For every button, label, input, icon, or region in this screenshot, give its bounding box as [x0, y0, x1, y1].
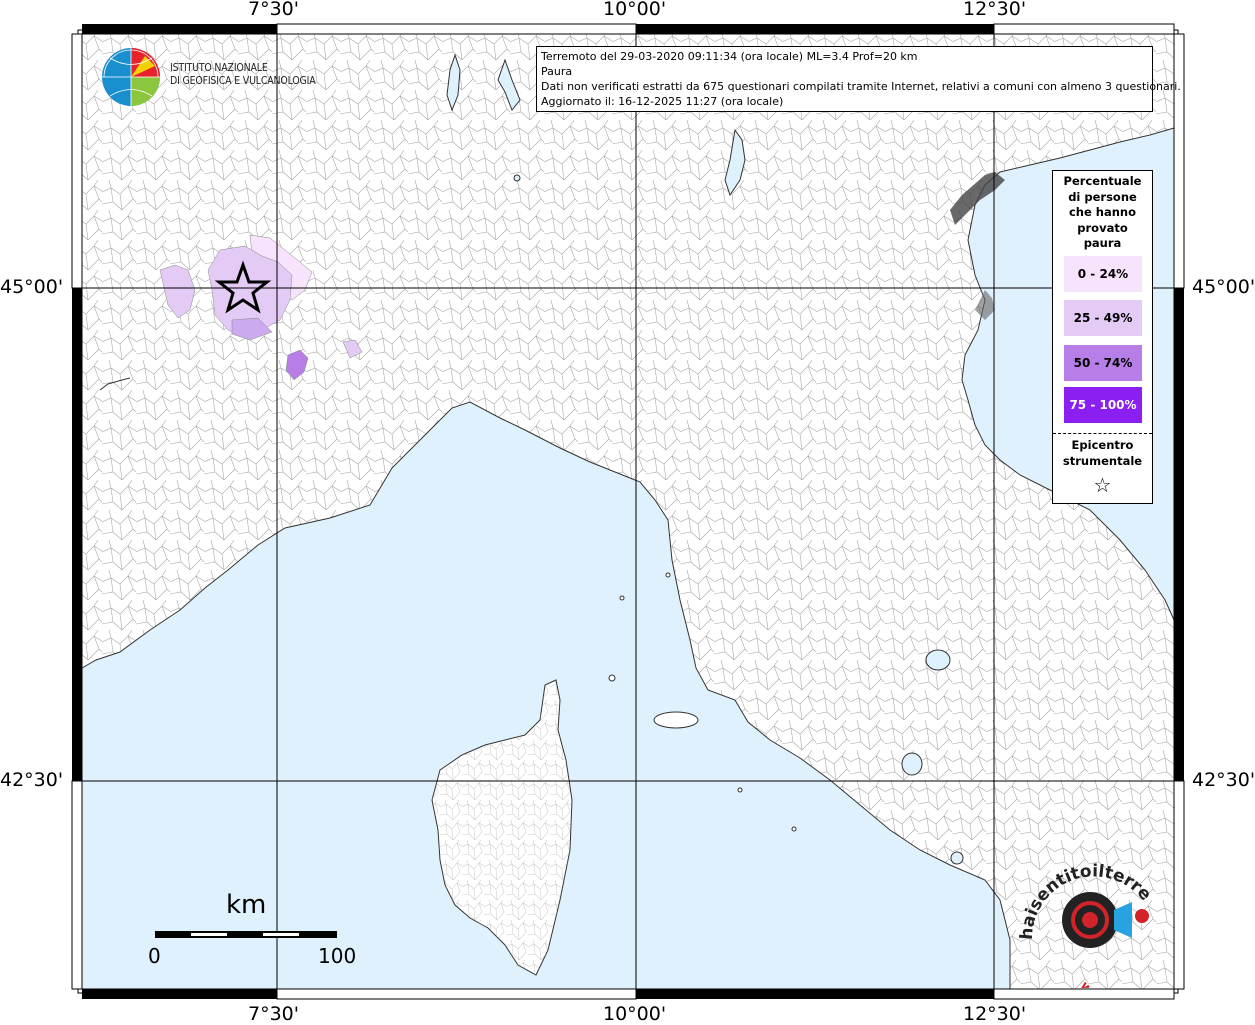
ingv-logo: ISTITUTO NAZIONALE DI GEOFISICA E VULCAN… — [100, 46, 320, 110]
legend-panel: Percentuale di persone che hanno provato… — [1052, 170, 1153, 504]
axis-left-label-2: 42°30' — [0, 769, 64, 791]
event-info-box: Terremoto del 29-03-2020 09:11:34 (ora l… — [536, 46, 1181, 112]
data-source-note: Dati non verificati estratti da 675 ques… — [541, 80, 1181, 93]
lake-bolsena — [901, 752, 923, 776]
axis-top-label-2: 10°00' — [603, 0, 667, 20]
scale-unit: km — [226, 890, 267, 920]
legend-title: Percentuale di persone che hanno provato… — [1063, 174, 1142, 250]
legend-class-75-100: 75 - 100% — [1064, 387, 1142, 423]
axis-bottom-label-2: 10°00' — [603, 1003, 667, 1025]
lake-trasimeno — [925, 649, 951, 671]
scale-bar — [155, 931, 337, 938]
axis-bottom-label-3: 12°30' — [963, 1003, 1027, 1025]
updated-timestamp: Aggiornato il: 16-12-2025 11:27 (ora loc… — [541, 95, 784, 108]
elba-island — [653, 711, 699, 729]
legend-class-0-24: 0 - 24% — [1064, 256, 1142, 292]
legend-class-50-74: 50 - 74% — [1064, 345, 1142, 381]
map-parameter: Paura — [541, 65, 573, 78]
legend-star-icon: ☆ — [1093, 473, 1112, 497]
event-title: Terremoto del 29-03-2020 09:11:34 (ora l… — [541, 50, 918, 63]
axis-left-label-1: 45°00' — [0, 276, 64, 298]
haisentito-logo-www: www. — [1077, 979, 1115, 988]
axis-right-label-2: 42°30' — [1192, 769, 1255, 791]
legend-class-25-49: 25 - 49% — [1064, 300, 1142, 336]
axis-top-label-1: 7°30' — [248, 0, 299, 20]
axis-right-label-1: 45°00' — [1192, 276, 1255, 298]
haisentito-logo: haisentitoilterremoto.it www. — [1010, 858, 1155, 988]
legend-epicenter-label: Epicentro strumentale — [1062, 438, 1143, 468]
ingv-name-line2: DI GEOFISICA E VULCANOLOGIA — [170, 75, 316, 87]
axis-top-label-3: 12°30' — [963, 0, 1027, 20]
legend-divider — [1053, 433, 1152, 434]
axis-bottom-label-1: 7°30' — [248, 1003, 299, 1025]
ingv-globe-icon — [102, 48, 160, 106]
scale-max: 100 — [318, 944, 357, 968]
scale-min: 0 — [148, 944, 161, 968]
ingv-name-line1: ISTITUTO NAZIONALE — [170, 62, 268, 74]
